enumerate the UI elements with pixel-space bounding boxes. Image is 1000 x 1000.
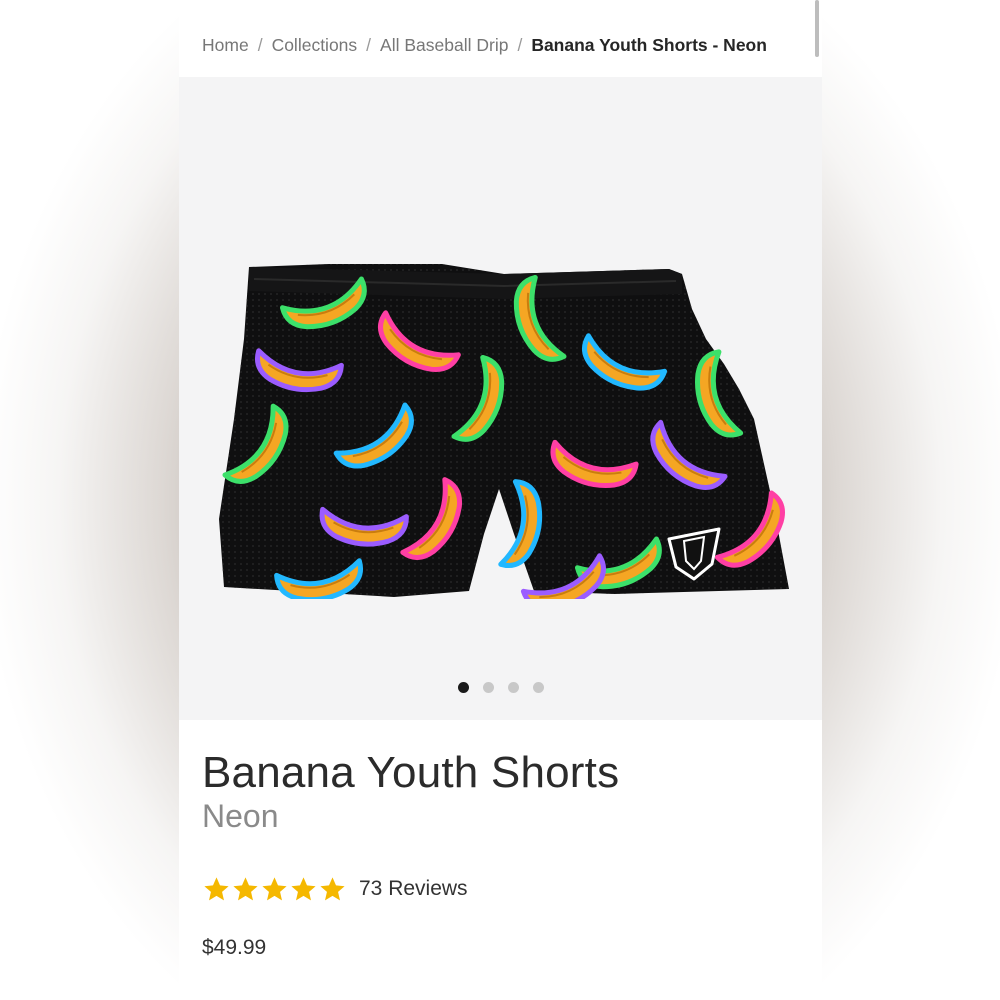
breadcrumb-separator: /: [517, 34, 523, 55]
star-icon: [320, 876, 345, 900]
product-title: Banana Youth Shorts: [202, 748, 620, 797]
breadcrumb-separator: /: [366, 34, 372, 55]
star-icon: [262, 876, 287, 900]
product-image-gallery[interactable]: [179, 77, 822, 720]
reviews-count-link[interactable]: 73 Reviews: [359, 877, 468, 901]
breadcrumb-current-page: Banana Youth Shorts - Neon: [531, 34, 767, 55]
gallery-dot-2[interactable]: [482, 682, 494, 693]
scrollbar[interactable]: [815, 0, 819, 57]
star-icon: [204, 876, 229, 900]
gallery-dot-4[interactable]: [532, 682, 544, 693]
star-icon: [291, 876, 316, 900]
breadcrumb-collections-link[interactable]: Collections: [272, 35, 358, 56]
gallery-pagination: [179, 682, 822, 694]
product-price: $49.99: [202, 936, 267, 959]
product-rating[interactable]: 73 Reviews: [202, 872, 468, 906]
breadcrumb-separator: /: [257, 34, 263, 55]
product-page: Home / Collections / All Baseball Drip /…: [179, 0, 822, 1000]
gallery-dot-1[interactable]: [457, 682, 469, 693]
gallery-dot-3[interactable]: [507, 682, 519, 693]
breadcrumb-home-link[interactable]: Home: [202, 35, 249, 56]
star-icon: [233, 876, 258, 900]
product-variant: Neon: [202, 798, 279, 834]
breadcrumb-all-baseball-drip-link[interactable]: All Baseball Drip: [380, 35, 508, 56]
breadcrumb: Home / Collections / All Baseball Drip /…: [202, 33, 767, 57]
banana-print-shorts-image: [219, 264, 794, 599]
star-rating: [202, 875, 347, 904]
